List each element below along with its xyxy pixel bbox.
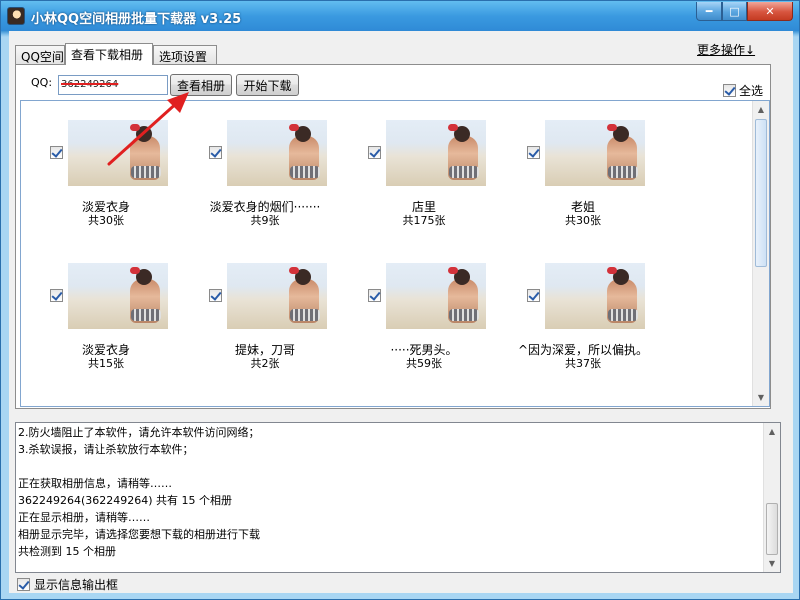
scroll-up-icon[interactable]: ▲: [764, 423, 780, 440]
title-bar[interactable]: 小林QQ空间相册批量下载器 v3.25 ━ □ ✕: [1, 1, 799, 31]
maximize-button[interactable]: □: [722, 2, 747, 21]
log-line: 正在获取相册信息，请稍等……: [18, 477, 172, 490]
album-count: 共15张: [88, 357, 124, 370]
log-line: 共检测到 15 个相册: [18, 545, 116, 558]
view-albums-button[interactable]: 查看相册: [170, 74, 232, 96]
log-output-box[interactable]: 2.防火墙阻止了本软件，请允许本软件访问网络； 3.杀软误报，请让杀软放行本软件…: [15, 422, 781, 573]
album-item[interactable]: ·····死男头。 共59张: [339, 244, 489, 370]
log-line: 相册显示完毕，请选择您要想下载的相册进行下载: [18, 528, 260, 541]
album-grid-scrollbar[interactable]: ▲ ▼: [752, 101, 769, 406]
album-checkbox[interactable]: [50, 146, 63, 159]
show-output-toggle[interactable]: 显示信息输出框: [17, 576, 118, 593]
album-item[interactable]: 淡爱衣身的烟们······· 共9张: [180, 101, 330, 227]
main-window: 小林QQ空间相册批量下载器 v3.25 ━ □ ✕ QQ空间 查看下载相册 选项…: [0, 0, 800, 600]
select-all-label: 全选: [739, 84, 764, 98]
album-count: 共37张: [565, 357, 601, 370]
show-output-checkbox[interactable]: [17, 578, 30, 591]
album-checkbox[interactable]: [209, 289, 222, 302]
scrollbar-thumb[interactable]: [755, 119, 767, 267]
close-button[interactable]: ✕: [747, 2, 793, 21]
album-checkbox[interactable]: [368, 146, 381, 159]
scroll-up-icon[interactable]: ▲: [753, 101, 769, 118]
album-thumbnail[interactable]: [68, 120, 168, 186]
album-item[interactable]: 老姐 共30张: [498, 101, 648, 227]
qq-input[interactable]: 362249264: [58, 75, 168, 95]
album-checkbox[interactable]: [50, 289, 63, 302]
album-item[interactable]: 提妹，刀哥 共2张: [180, 244, 330, 370]
album-item[interactable]: 淡爱衣身 共30张: [21, 101, 171, 227]
tab-settings[interactable]: 选项设置: [153, 45, 217, 64]
start-download-button[interactable]: 开始下载: [236, 74, 299, 96]
album-count: 共9张: [250, 214, 280, 227]
log-line: 362249264(362249264) 共有 15 个相册: [18, 494, 233, 507]
more-operations-link[interactable]: 更多操作↓: [697, 41, 755, 58]
album-thumbnail[interactable]: [386, 263, 486, 329]
album-thumbnail[interactable]: [386, 120, 486, 186]
album-checkbox[interactable]: [368, 289, 381, 302]
album-grid: 淡爱衣身 共30张 淡爱衣身的烟们······· 共9张 店里 共175张 老姐…: [20, 100, 770, 407]
album-count: 共30张: [565, 214, 601, 227]
album-thumbnail[interactable]: [227, 120, 327, 186]
log-line: 正在显示相册，请稍等……: [18, 511, 150, 524]
album-thumbnail[interactable]: [227, 263, 327, 329]
album-thumbnail[interactable]: [545, 263, 645, 329]
album-checkbox[interactable]: [209, 146, 222, 159]
select-all[interactable]: 全选: [723, 82, 763, 99]
show-output-label: 显示信息输出框: [34, 578, 119, 592]
select-all-checkbox[interactable]: [723, 84, 736, 97]
tab-qzone[interactable]: QQ空间: [15, 45, 65, 64]
album-count: 共59张: [406, 357, 442, 370]
album-count: 共2张: [250, 357, 280, 370]
album-thumbnail[interactable]: [545, 120, 645, 186]
album-thumbnail[interactable]: [68, 263, 168, 329]
album-item[interactable]: 淡爱衣身 共15张: [21, 244, 171, 370]
tab-view-albums[interactable]: 查看下载相册: [65, 43, 153, 65]
album-checkbox[interactable]: [527, 289, 540, 302]
log-line: 2.防火墙阻止了本软件，请允许本软件访问网络；: [18, 426, 260, 439]
scroll-down-icon[interactable]: ▼: [753, 389, 769, 406]
album-checkbox[interactable]: [527, 146, 540, 159]
app-icon: [7, 7, 25, 25]
scroll-down-icon[interactable]: ▼: [764, 555, 780, 572]
window-title: 小林QQ空间相册批量下载器 v3.25: [31, 12, 242, 27]
qq-label: QQ:: [31, 76, 53, 89]
log-lines: 2.防火墙阻止了本软件，请允许本软件访问网络； 3.杀软误报，请让杀软放行本软件…: [18, 424, 763, 560]
log-scrollbar[interactable]: ▲ ▼: [763, 423, 780, 572]
log-line: 3.杀软误报，请让杀软放行本软件；: [18, 443, 194, 456]
album-count: 共175张: [402, 214, 446, 227]
album-item[interactable]: ^因为深爱，所以偏执。 共37张: [498, 244, 648, 370]
scrollbar-thumb[interactable]: [766, 503, 778, 555]
minimize-button[interactable]: ━: [696, 2, 722, 21]
client-area: QQ空间 查看下载相册 选项设置 更多操作↓ QQ: 362249264 查看相…: [9, 31, 793, 593]
album-count: 共30张: [88, 214, 124, 227]
album-item[interactable]: 店里 共175张: [339, 101, 489, 227]
